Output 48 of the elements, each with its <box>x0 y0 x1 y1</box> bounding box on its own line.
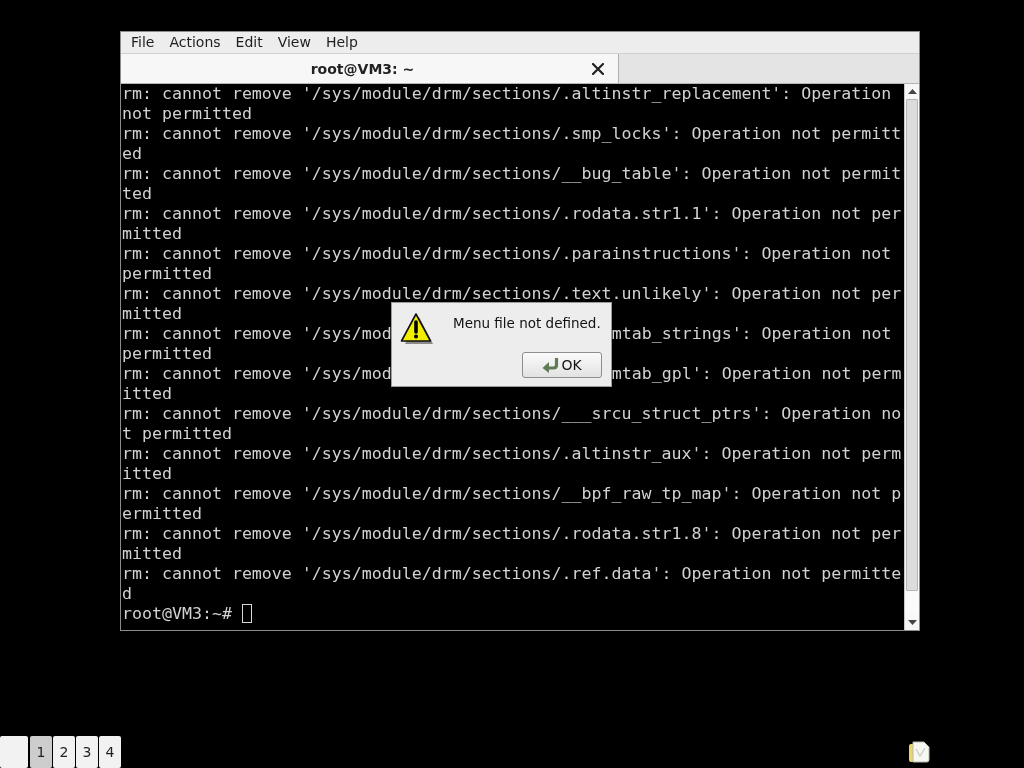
terminal-line: ermitted <box>122 504 202 524</box>
dialog-message: Menu file not defined. <box>453 315 601 331</box>
warning-icon <box>400 312 434 345</box>
terminal-line: d <box>122 584 132 604</box>
terminal-line: rm: cannot remove '/sys/module/drm/sections/.text.unlikely': Operation not per <box>122 284 902 304</box>
terminal-line: permitted <box>122 344 212 364</box>
caret-down-icon <box>907 620 917 625</box>
menu-item[interactable]: Help <box>318 33 365 52</box>
menu-item[interactable]: View <box>270 33 318 52</box>
terminal-line: rm: cannot remove '/sys/mod <box>122 324 392 344</box>
terminal-line: rm: cannot remove '/sys/module/drm/sections/.rodata.str1.1': Operation not per <box>122 204 902 224</box>
workspace-button[interactable]: 2 <box>53 736 75 768</box>
menu-item[interactable]: Edit <box>228 33 270 52</box>
terminal-line: t permitted <box>122 424 232 444</box>
terminal-line: itted <box>122 464 172 484</box>
terminal-line: rm: cannot remove '/sys/module/drm/sections/.altinstr_replacement': Operation <box>122 84 892 104</box>
workspace-button[interactable]: 1 <box>30 736 52 768</box>
terminal-line: mitted <box>122 544 182 564</box>
clipboard-icon[interactable] <box>908 741 930 763</box>
terminal-line: rm: cannot remove '/sys/mod <box>122 364 392 384</box>
workspace-button[interactable]: 3 <box>76 736 98 768</box>
prompt-text: root@VM3:~# <box>122 604 232 624</box>
terminal-line: ted <box>122 184 152 204</box>
terminal-line: rm: cannot remove '/sys/module/drm/sections/.smp_locks': Operation not permitt <box>122 124 902 144</box>
caret-up-icon <box>907 89 917 94</box>
menu-item[interactable]: File <box>124 33 162 52</box>
enter-arrow-icon <box>542 357 560 373</box>
scrollbar-thumb[interactable] <box>906 99 918 591</box>
workspace-button[interactable]: 4 <box>99 736 121 768</box>
terminal-line: rm: cannot remove '/sys/module/drm/sections/__bpf_raw_tp_map': Operation not p <box>122 484 902 504</box>
terminal-line: mitted <box>122 304 182 324</box>
terminal-line: rm: cannot remove '/sys/module/drm/sections/___srcu_struct_ptrs': Operation no <box>122 404 902 424</box>
terminal-line: rm: cannot remove '/sys/module/drm/sections/__bug_table': Operation not permit <box>122 164 902 184</box>
tab[interactable]: root@VM3: ~ <box>121 54 619 83</box>
menu-item[interactable]: Actions <box>162 33 228 52</box>
terminal-line: not permitted <box>122 104 252 124</box>
terminal-line: permitted <box>122 264 212 284</box>
terminal-line: mtab_gpl': Operation not perm <box>611 364 902 384</box>
ok-button[interactable]: OK <box>522 352 602 378</box>
terminal-line: rm: cannot remove '/sys/module/drm/sections/.ref.data': Operation not permitte <box>122 564 902 584</box>
terminal-line: mtab_strings': Operation not <box>611 324 892 344</box>
terminal-line: rm: cannot remove '/sys/module/drm/sections/.altinstr_aux': Operation not perm <box>122 444 902 464</box>
close-icon[interactable] <box>592 62 604 75</box>
terminal-line: rm: cannot remove '/sys/module/drm/sections/.rodata.str1.8': Operation not per <box>122 524 902 544</box>
terminal-line: ed <box>122 144 142 164</box>
terminal-line: mitted <box>122 224 182 244</box>
terminal-line: rm: cannot remove '/sys/module/drm/sections/.parainstructions': Operation not <box>122 244 892 264</box>
terminal-line: itted <box>122 384 172 404</box>
